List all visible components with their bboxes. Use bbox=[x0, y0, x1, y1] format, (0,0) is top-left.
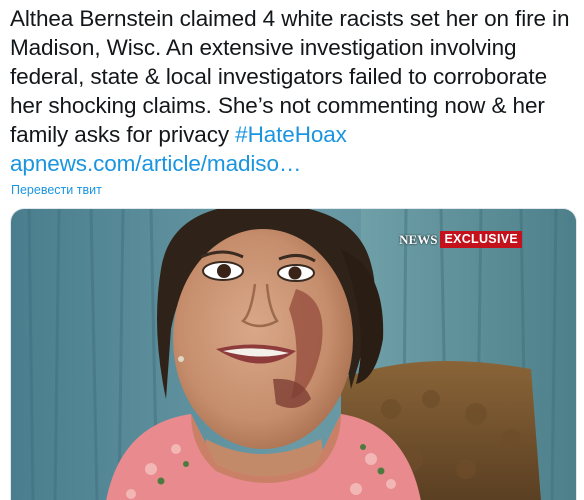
abc-news-logo: NEWS bbox=[399, 232, 438, 247]
face bbox=[173, 229, 353, 449]
article-link[interactable]: apnews.com/article/madiso… bbox=[10, 151, 301, 176]
tweet-media-image[interactable]: NEWS EXCLUSIVE bbox=[10, 208, 577, 500]
translate-tweet-link[interactable]: Перевести твит bbox=[11, 183, 102, 197]
exclusive-label: EXCLUSIVE bbox=[440, 231, 522, 248]
hashtag-link[interactable]: #HateHoax bbox=[235, 122, 347, 147]
abc-news-exclusive-badge: NEWS EXCLUSIVE bbox=[397, 231, 522, 248]
video-frame bbox=[11, 209, 576, 500]
tweet-text: Althea Bernstein claimed 4 white racists… bbox=[10, 4, 578, 178]
